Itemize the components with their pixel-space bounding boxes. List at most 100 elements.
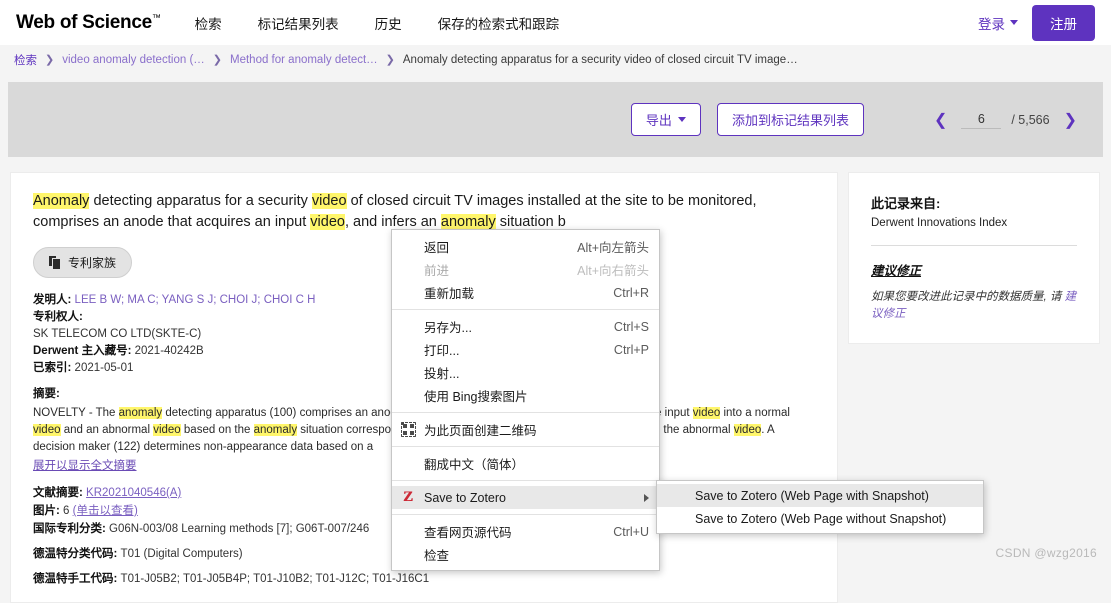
- breadcrumb-item-query[interactable]: video anomaly detection (…: [62, 54, 205, 66]
- qr-code-icon: [392, 422, 424, 437]
- context-menu-item[interactable]: 检查: [392, 543, 659, 566]
- brand-text: Web of Science: [16, 11, 152, 33]
- register-button[interactable]: 注册: [1032, 4, 1095, 41]
- nav-item-history[interactable]: 历史: [375, 13, 402, 33]
- record-source-card: 此记录来自: Derwent Innovations Index 建议修正 如果…: [848, 172, 1100, 344]
- context-menu-separator: [392, 480, 659, 481]
- breadcrumb-item-previous-record[interactable]: Method for anomaly detect…: [230, 54, 378, 66]
- record-title: Anomaly detecting apparatus for a securi…: [33, 191, 815, 233]
- patent-family-button[interactable]: 专利家族: [33, 247, 133, 278]
- derwent-manual-label: 德温特手工代码:: [33, 573, 118, 585]
- zotero-submenu-item[interactable]: Save to Zotero (Web Page without Snapsho…: [657, 507, 983, 530]
- patent-abstract-label: 文献摘要:: [33, 487, 83, 499]
- breadcrumb-separator-icon: ❯: [212, 53, 222, 66]
- context-menu-item[interactable]: 返回 Alt+向左箭头: [392, 235, 659, 258]
- context-menu-item-shortcut: Alt+向左箭头: [577, 241, 649, 255]
- web-of-science-logo[interactable]: Web of Science™: [16, 12, 161, 34]
- context-menu-item[interactable]: Z Save to Zotero: [392, 486, 659, 509]
- context-menu-item-label: 另存为...: [424, 321, 472, 335]
- context-menu-item: 前进 Alt+向右箭头: [392, 258, 659, 281]
- context-menu-item-label: Save to Zotero: [424, 490, 506, 505]
- sign-in-menu[interactable]: 登录: [978, 13, 1018, 33]
- record-pager: ❮ / 5,566 ❯: [930, 110, 1081, 130]
- breadcrumb: 检索 ❯ video anomaly detection (… ❯ Method…: [0, 45, 1111, 75]
- context-menu-item[interactable]: 翻成中文（简体）: [392, 452, 659, 475]
- context-menu-separator: [392, 412, 659, 413]
- export-button[interactable]: 导出: [630, 103, 701, 136]
- nav-item-search[interactable]: 检索: [195, 13, 222, 33]
- indexed-label: 已索引:: [33, 362, 72, 374]
- context-menu-item[interactable]: 投射...: [392, 361, 659, 384]
- highlighted-term: video: [153, 424, 181, 436]
- context-menu-item-label: 投射...: [424, 367, 460, 381]
- context-menu-item-label: 使用 Bing搜索图片: [424, 390, 528, 404]
- highlighted-term: video: [310, 214, 345, 230]
- derwent-manual-value: T01-J05B2; T01-J05B4P; T01-J10B2; T01-J1…: [120, 573, 430, 585]
- document-copy-icon: [49, 256, 61, 269]
- derwent-accession-value: 2021-40242B: [134, 345, 204, 357]
- suggest-body-text: 如果您要改进此记录中的数据质量, 请: [871, 291, 1065, 303]
- export-label: 导出: [645, 113, 672, 128]
- highlighted-term: video: [33, 424, 61, 436]
- context-menu-item-label: 重新加载: [424, 287, 475, 301]
- derwent-manual-row: 德温特手工代码: T01-J05B2; T01-J05B4P; T01-J10B…: [33, 570, 815, 588]
- context-menu-item[interactable]: 打印... Ctrl+P: [392, 338, 659, 361]
- browser-context-menu: 返回 Alt+向左箭头 前进 Alt+向右箭头 重新加载 Ctrl+R 另存为... Ctrl…: [391, 229, 660, 571]
- record-title-text: Anomaly detecting apparatus for a securi…: [33, 193, 757, 230]
- breadcrumb-separator-icon: ❯: [385, 53, 395, 66]
- record-action-bar: 导出 添加到标记结果列表 ❮ / 5,566 ❯: [8, 82, 1103, 157]
- chevron-down-icon: [677, 117, 686, 122]
- context-menu-item-shortcut: Ctrl+P: [613, 342, 649, 357]
- chevron-down-icon: [1010, 20, 1018, 25]
- context-menu-separator: [392, 309, 659, 310]
- expand-full-abstract-link[interactable]: 展开以显示全文摘要: [33, 457, 137, 473]
- images-label: 图片:: [33, 505, 60, 517]
- context-menu-item-label: 为此页面创建二维码: [424, 424, 537, 438]
- nav-item-marked-list[interactable]: 标记结果列表: [258, 13, 339, 33]
- images-count: 6: [63, 505, 70, 517]
- highlighted-term: Anomaly: [33, 193, 90, 209]
- source-value: Derwent Innovations Index: [871, 217, 1008, 229]
- images-view-link[interactable]: (单击以查看): [73, 505, 138, 517]
- highlighted-term: anomaly: [440, 214, 496, 230]
- context-menu-separator: [392, 446, 659, 447]
- highlighted-term: video: [311, 193, 347, 209]
- context-menu-item-label: 查看网页源代码: [424, 526, 512, 540]
- top-bar-right-actions: 登录 注册: [978, 4, 1095, 41]
- context-menu-item-label: 翻成中文（简体）: [424, 458, 525, 472]
- inventors-value[interactable]: LEE B W; MA C; YANG S J; CHOI J; CHOI C …: [75, 294, 316, 306]
- main-nav-links: 检索 标记结果列表 历史 保存的检索式和跟踪: [195, 13, 560, 33]
- derwent-accession-label: Derwent 主入藏号:: [33, 345, 132, 357]
- submenu-arrow-icon: [644, 493, 649, 502]
- nav-item-saved-searches[interactable]: 保存的检索式和跟踪: [438, 13, 560, 33]
- context-menu-item[interactable]: 重新加载 Ctrl+R: [392, 281, 659, 304]
- next-record-icon[interactable]: ❯: [1060, 110, 1081, 130]
- derwent-class-value: T01 (Digital Computers): [120, 548, 243, 560]
- derwent-class-label: 德温特分类代码:: [33, 548, 118, 560]
- highlighted-term: video: [692, 407, 721, 419]
- inventors-label: 发明人:: [33, 294, 72, 306]
- context-menu-item-shortcut: Ctrl+R: [613, 285, 649, 300]
- breadcrumb-item-search[interactable]: 检索: [14, 52, 37, 68]
- highlighted-term: anomaly: [118, 407, 163, 419]
- add-to-marked-list-button[interactable]: 添加到标记结果列表: [716, 103, 864, 136]
- page-number-input[interactable]: [961, 110, 1002, 129]
- zotero-submenu: Save to Zotero (Web Page with Snapshot) S…: [656, 480, 984, 534]
- context-menu-item[interactable]: 为此页面创建二维码: [392, 418, 659, 441]
- previous-record-icon[interactable]: ❮: [930, 110, 951, 130]
- trademark-symbol: ™: [151, 12, 161, 23]
- divider: [871, 245, 1077, 246]
- suggest-correction-title: 建议修正: [871, 264, 922, 278]
- zotero-submenu-item[interactable]: Save to Zotero (Web Page with Snapshot): [657, 484, 983, 507]
- context-menu-item-shortcut: Ctrl+U: [613, 524, 649, 539]
- context-menu-item[interactable]: 另存为... Ctrl+S: [392, 315, 659, 338]
- context-menu-item[interactable]: 使用 Bing搜索图片: [392, 384, 659, 407]
- suggest-correction-body: 如果您要改进此记录中的数据质量, 请 建议修正: [871, 289, 1077, 323]
- source-label: 此记录来自:: [871, 196, 941, 211]
- patent-abstract-value[interactable]: KR2021040546(A): [86, 487, 181, 499]
- ipc-value: G06N-003/08 Learning methods [7]; G06T-0…: [109, 523, 370, 535]
- context-menu-item-label: 检查: [424, 549, 450, 563]
- breadcrumb-separator-icon: ❯: [45, 53, 55, 66]
- context-menu-item[interactable]: 查看网页源代码 Ctrl+U: [392, 520, 659, 543]
- page-total-label: / 5,566: [1011, 112, 1050, 127]
